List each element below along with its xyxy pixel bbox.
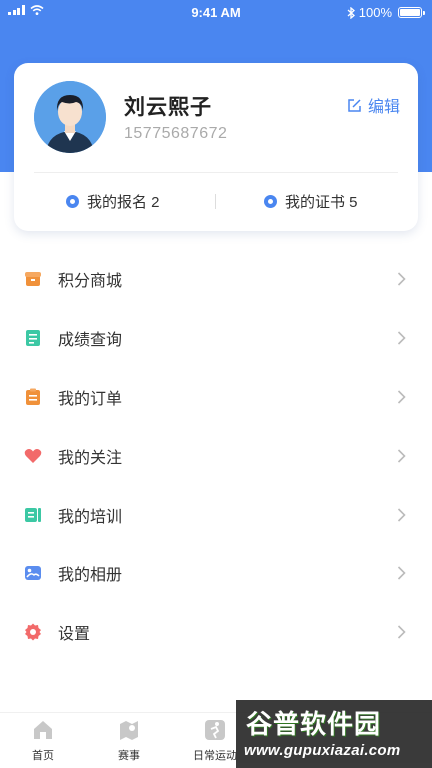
- menu-item-score-query[interactable]: 成绩查询: [0, 309, 432, 368]
- menu-label: 成绩查询: [58, 332, 123, 350]
- menu-item-my-orders[interactable]: 我的订单: [0, 368, 432, 427]
- status-bar: 9:41 AM 100%: [0, 0, 432, 26]
- avatar[interactable]: [34, 81, 106, 153]
- menu-item-my-training[interactable]: 我的培训: [0, 485, 432, 544]
- profile-card: 刘云熙子 15775687672 编辑 我的报名 2 我的证书 5: [14, 63, 418, 231]
- training-icon: [25, 507, 41, 522]
- chevron-right-icon: [397, 331, 406, 345]
- edit-icon: [348, 98, 361, 112]
- user-avatar-icon: [34, 81, 106, 153]
- certificate-icon: [264, 195, 277, 208]
- username: 刘云熙子: [124, 96, 212, 119]
- chevron-right-icon: [397, 390, 406, 404]
- menu-label: 我的关注: [58, 449, 123, 467]
- my-registrations-button[interactable]: 我的报名 2: [66, 191, 160, 212]
- store-icon: [25, 272, 41, 287]
- settings-icon: [25, 623, 41, 641]
- battery-percent: 100%: [358, 5, 392, 20]
- chevron-right-icon: [397, 625, 406, 639]
- menu-label: 我的培训: [58, 508, 123, 526]
- stats-separator: [215, 194, 216, 209]
- bluetooth-icon: [347, 6, 355, 19]
- phone-number: 15775687672: [124, 125, 228, 142]
- my-certificates-button[interactable]: 我的证书 5: [264, 191, 358, 212]
- watermark-url: www.gupuxiazai.com: [244, 742, 401, 759]
- registrations-label: 我的报名 2: [87, 194, 160, 211]
- menu-label: 我的订单: [58, 390, 123, 408]
- watermark-title: 谷普软件园: [246, 709, 382, 739]
- event-map-icon: [120, 721, 138, 740]
- certificates-label: 我的证书 5: [285, 194, 358, 211]
- menu-item-my-album[interactable]: 我的相册: [0, 544, 432, 603]
- battery-icon: [398, 7, 425, 18]
- home-icon: [34, 721, 52, 739]
- menu-item-points-mall[interactable]: 积分商城: [0, 250, 432, 309]
- running-icon: [205, 720, 225, 740]
- score-icon: [26, 330, 40, 347]
- tab-home[interactable]: 首页: [3, 719, 83, 763]
- registration-icon: [66, 195, 79, 208]
- heart-icon: [24, 448, 42, 463]
- watermark-overlay: 谷普软件园 www.gupuxiazai.com: [236, 700, 432, 768]
- edit-button[interactable]: 编辑: [347, 93, 400, 117]
- menu-item-settings[interactable]: 设置: [0, 603, 432, 662]
- menu-label: 我的相册: [58, 567, 123, 585]
- edit-label: 编辑: [367, 99, 400, 116]
- tab-label: 首页: [32, 750, 54, 762]
- menu-label: 设置: [58, 626, 91, 644]
- tab-label: 赛事: [118, 750, 140, 762]
- chevron-right-icon: [397, 272, 406, 286]
- chevron-right-icon: [397, 449, 406, 463]
- menu-list: 积分商城 成绩查询 我的订单 我的关注 我的培训 我的相册 设置: [0, 250, 432, 662]
- order-icon: [26, 388, 40, 405]
- divider: [34, 172, 398, 173]
- album-icon: [25, 566, 41, 581]
- chevron-right-icon: [397, 566, 406, 580]
- tab-events[interactable]: 赛事: [89, 719, 169, 763]
- menu-label: 积分商城: [58, 273, 123, 291]
- chevron-right-icon: [397, 508, 406, 522]
- menu-item-my-follows[interactable]: 我的关注: [0, 426, 432, 485]
